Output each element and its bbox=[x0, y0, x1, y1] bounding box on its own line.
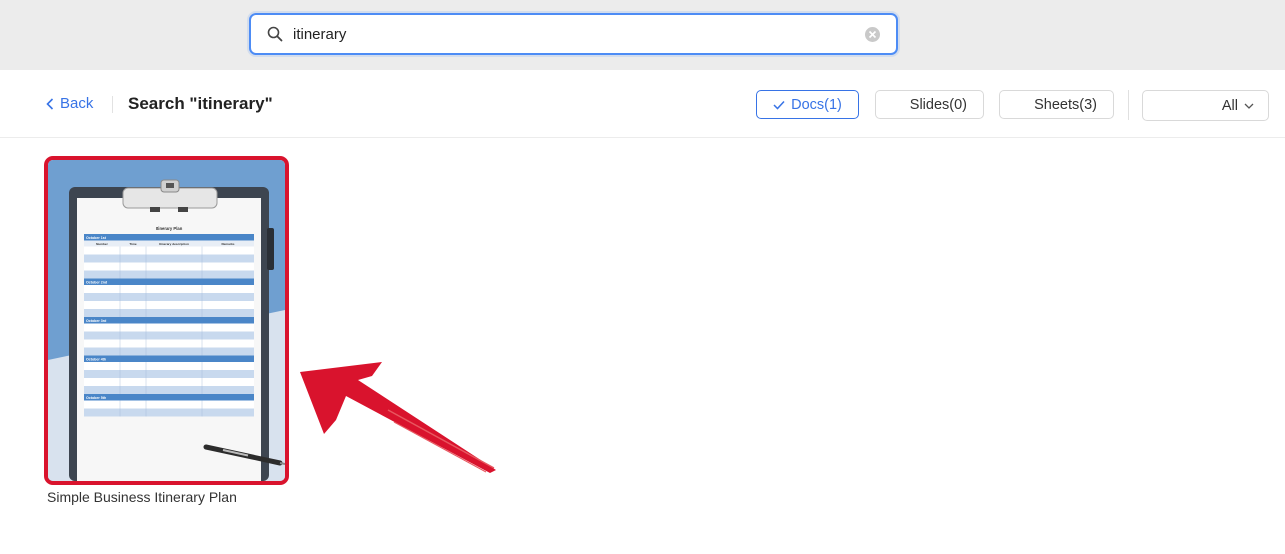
thumbnail-heading: Itinerary Plan bbox=[156, 226, 183, 231]
thumbnail-table-row bbox=[84, 331, 254, 340]
red-arrow-annotation bbox=[300, 362, 496, 473]
chevron-down-icon bbox=[1244, 103, 1254, 109]
thumbnail-column-header: Number bbox=[96, 242, 108, 246]
scope-dropdown-label: All bbox=[1221, 97, 1238, 114]
thumbnail-table-row bbox=[84, 347, 254, 356]
thumbnail-section-header bbox=[84, 317, 254, 324]
thumbnail-table-row bbox=[84, 309, 254, 317]
divider bbox=[112, 96, 113, 113]
thumbnail-table-row bbox=[84, 378, 254, 386]
back-button[interactable]: Back bbox=[46, 95, 93, 112]
thumbnail-column-header: Remarks bbox=[221, 242, 234, 246]
thumbnail-section-header bbox=[84, 394, 254, 401]
thumbnail-column-header: Itinerary description bbox=[159, 242, 189, 246]
thumbnail-table-row bbox=[84, 323, 254, 332]
filter-slides-label: Slides(0) bbox=[909, 96, 967, 113]
chevron-left-icon bbox=[46, 97, 54, 110]
filter-sheets-button[interactable]: Sheets(3) bbox=[999, 90, 1114, 119]
thumbnail-section-header bbox=[84, 234, 254, 241]
filter-docs-button[interactable]: Docs(1) bbox=[756, 90, 859, 119]
thumbnail-section-label: October 2nd bbox=[86, 281, 107, 285]
thumbnail-table-row bbox=[84, 408, 254, 417]
search-box[interactable] bbox=[249, 13, 898, 55]
thumbnail-section-label: October 1st bbox=[86, 236, 107, 240]
thumbnail-table-row bbox=[84, 293, 254, 301]
thumbnail-table: Itinerary Plan October 1st Number Time Itine… bbox=[84, 226, 254, 417]
thumbnail-column-header: Time bbox=[129, 242, 136, 246]
thumbnail-table-row bbox=[84, 370, 254, 378]
thumbnail-section-label: October 5th bbox=[86, 396, 106, 400]
clear-search-icon[interactable] bbox=[865, 27, 880, 42]
thumbnail-section-header bbox=[84, 278, 254, 285]
divider bbox=[1128, 90, 1129, 120]
thumbnail-section-label: October 3rd bbox=[86, 319, 106, 323]
result-title: Simple Business Itinerary Plan bbox=[47, 489, 237, 505]
thumbnail-table-row bbox=[84, 246, 254, 255]
thumbnail-table-row bbox=[84, 285, 254, 293]
thumbnail-table-row bbox=[84, 386, 254, 394]
thumbnail-table-row bbox=[84, 400, 254, 409]
thumbnail-section-label: October 4th bbox=[86, 358, 106, 362]
thumbnail-table-row bbox=[84, 362, 254, 370]
search-bar-area bbox=[0, 0, 1285, 70]
scope-dropdown[interactable]: All bbox=[1142, 90, 1269, 121]
results-toolbar: Back Search "itinerary" Docs(1) Slides(0… bbox=[0, 70, 1285, 138]
filter-sheets-label: Sheets(3) bbox=[1034, 96, 1097, 113]
thumbnail-section-header bbox=[84, 355, 254, 362]
thumbnail-table-row bbox=[84, 339, 254, 348]
filter-docs-label: Docs(1) bbox=[791, 96, 842, 113]
result-card[interactable]: Itinerary Plan October 1st Number Time Itine… bbox=[44, 156, 289, 485]
document-thumbnail: Itinerary Plan October 1st Number Time Itine… bbox=[48, 160, 285, 481]
page-title: Search "itinerary" bbox=[128, 94, 273, 113]
thumbnail-table-row bbox=[84, 301, 254, 309]
thumbnail-table-row bbox=[84, 270, 254, 279]
thumbnail-table-row bbox=[84, 254, 254, 263]
search-icon bbox=[267, 26, 283, 42]
thumbnail-table-row bbox=[84, 262, 254, 271]
back-label: Back bbox=[60, 95, 94, 112]
check-icon bbox=[773, 100, 785, 110]
filter-slides-button[interactable]: Slides(0) bbox=[875, 90, 984, 119]
search-input[interactable] bbox=[293, 23, 853, 45]
